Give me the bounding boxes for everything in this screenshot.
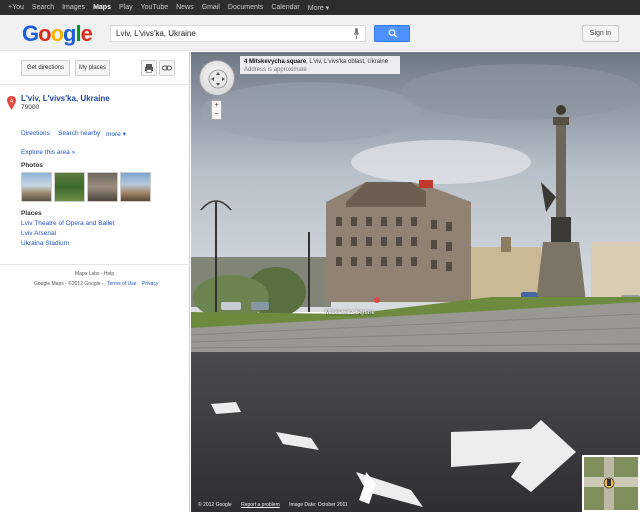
poet-statue [551,217,571,242]
monument-pedestal [536,242,586,302]
nav-news[interactable]: News [176,4,194,11]
photo-thumbnail[interactable] [120,172,151,202]
nav-search[interactable]: Search [32,4,54,11]
zoom-out-button[interactable]: − [212,110,221,119]
microphone-icon[interactable] [353,28,360,39]
footer-labs-help[interactable]: Maps Labs - Help [75,271,114,277]
nav-gmail[interactable]: Gmail [202,4,220,11]
google-logo[interactable]: Google [22,21,93,47]
lamp-post [308,232,310,312]
place-link[interactable]: Lviv Theatre of Opera and Ballet [21,220,114,227]
link-icon [162,65,172,71]
lane-marking [211,402,241,414]
monument-capital [553,117,569,125]
street-label: Mickiewicz Square [325,310,375,316]
address-note: Address is approximate [244,67,307,73]
footer-copyright: Google Maps - ©2012 Google - [34,281,104,287]
explore-area-link[interactable]: Explore this area » [21,149,75,156]
nav-more[interactable]: More ▾ [308,4,329,12]
place-link[interactable]: Lviv Arsenal [21,230,56,237]
location-marker-icon[interactable] [374,297,380,303]
road [191,352,640,512]
cloud [351,140,531,184]
print-button[interactable] [141,60,157,76]
nav-documents[interactable]: Documents [228,4,263,11]
header: Google Lviv, L'vivs'ka, Ukraine Sign in [0,15,640,51]
report-problem-link[interactable]: Report a problem [241,502,280,508]
building-sign [419,180,433,188]
photo-thumbnail[interactable] [54,172,85,202]
search-icon [388,29,397,38]
nav-calendar[interactable]: Calendar [271,4,299,11]
address-bold: 4 Mitskevycha square [244,59,307,65]
search-button[interactable] [374,25,410,42]
top-nav-bar: +You Search Images Maps Play YouTube New… [0,0,640,15]
nav-maps[interactable]: Maps [93,4,111,11]
nav-play[interactable]: Play [119,4,133,11]
places-heading: Places [21,210,42,217]
nav-you[interactable]: +You [8,4,24,11]
nav-images[interactable]: Images [62,4,85,11]
search-input[interactable]: Lviv, L'vivs'ka, Ukraine [110,25,366,42]
nav-youtube[interactable]: YouTube [141,4,169,11]
get-directions-button[interactable]: Get directions [21,60,70,76]
tower [501,237,511,252]
background-building [591,242,640,302]
zoom-control: + − [211,100,222,120]
mini-map[interactable] [582,455,640,512]
terms-link[interactable]: Terms of Use [107,281,136,287]
divider [0,84,190,85]
photos-heading: Photos [21,162,44,169]
street-view-footer: © 2012 Google Report a problem Image Dat… [198,502,356,508]
lamp-post [215,202,217,312]
search-input-value: Lviv, L'vivs'ka, Ukraine [116,29,196,38]
street-scene [191,52,640,512]
print-icon [145,64,153,73]
place-link[interactable]: Ukraina Stadium [21,240,69,247]
mini-map-image [584,457,638,510]
pan-control[interactable] [199,60,235,96]
place-zip: 79000 [21,104,40,111]
address-line: 4 Mitskevycha square, L'viv, L'vivs'ka o… [244,58,396,66]
link-button[interactable] [159,60,175,76]
cloud [401,64,640,120]
my-places-button[interactable]: My places [75,60,110,76]
address-rest: , L'viv, L'vivs'ka oblast, Ukraine [306,59,389,65]
photo-thumbnail[interactable] [21,172,52,202]
divider [0,264,190,265]
sign-in-button[interactable]: Sign in [582,25,619,42]
car [221,302,241,310]
car [251,302,269,310]
search-nearby-link[interactable]: Search nearby [58,130,100,137]
monument-statue [556,105,566,115]
zoom-in-button[interactable]: + [212,101,221,110]
compass-icon [208,69,228,89]
privacy-link[interactable]: Privacy [142,281,158,287]
street-view-panorama[interactable] [191,52,640,512]
place-title[interactable]: L'viv, L'vivs'ka, Ukraine [21,94,110,103]
image-date: Image Date: October 2011 [289,502,348,508]
directions-link[interactable]: Directions [21,130,50,137]
left-panel: Get directions My places A L'viv, L'vivs… [0,52,190,512]
photo-thumbnail[interactable] [87,172,118,202]
address-box: 4 Mitskevycha square, L'viv, L'vivs'ka o… [240,56,400,74]
copyright-text: © 2012 Google [198,502,232,508]
map-pin-icon: A [7,96,16,110]
more-link[interactable]: more ▾ [106,130,126,138]
